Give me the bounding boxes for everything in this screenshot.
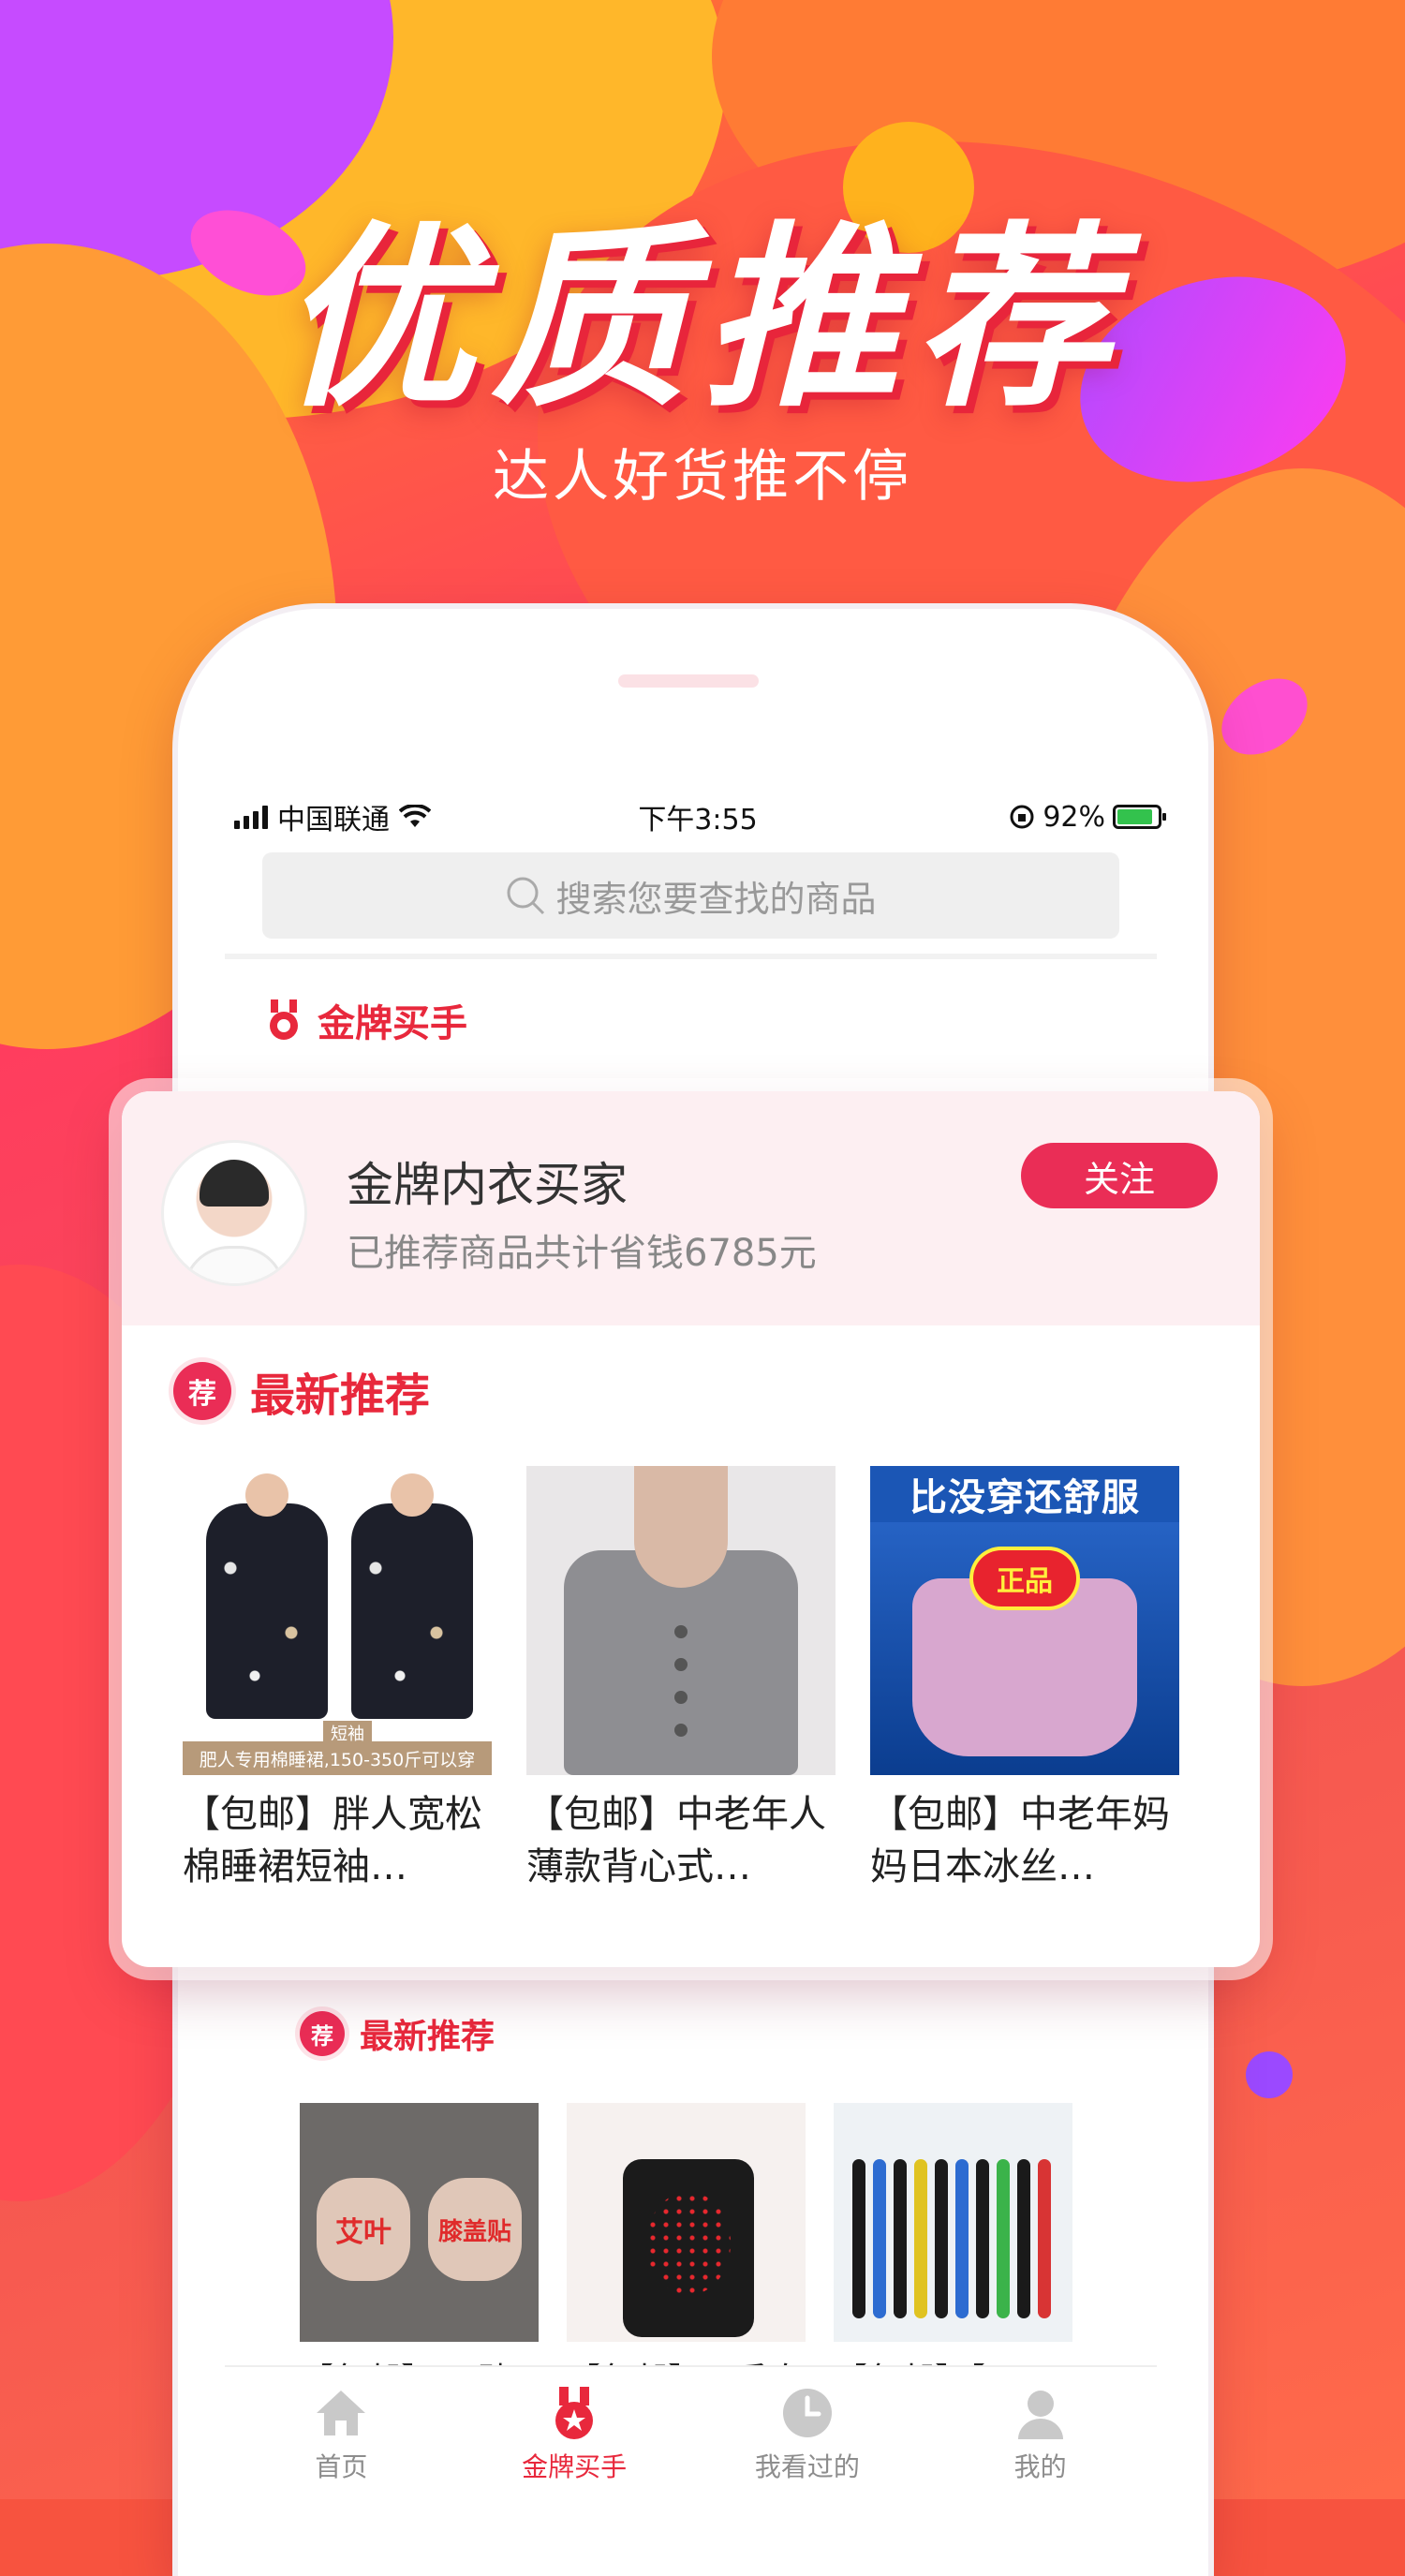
tab-label: 我的 [1013, 2450, 1067, 2482]
follow-button[interactable]: 关注 [1021, 1143, 1218, 1208]
search-icon [507, 877, 545, 915]
buyer-card-header: 金牌内衣买家 已推荐商品共计省钱6785元 关注 [122, 1091, 1260, 1325]
search-placeholder: 搜索您要查找的商品 [555, 878, 877, 920]
tab-profile[interactable]: 我的 [924, 2367, 1157, 2501]
product-image [834, 2103, 1072, 2342]
home-icon [317, 2390, 366, 2435]
product-card[interactable]: 【包邮】四季自 [567, 2103, 806, 2387]
buyer-card: 金牌内衣买家 已推荐商品共计省钱6785元 关注 荐 最新推荐 短袖 肥人专用棉… [122, 1091, 1260, 1967]
product-image: 艾叶 膝盖贴 [300, 2103, 539, 2342]
section-title: 金牌买手 [318, 1002, 467, 1045]
product-list: 短袖 肥人专用棉睡裙,150-350斤可以穿 【包邮】胖人宽松棉睡裙短袖… 【包… [183, 1466, 1213, 1893]
product-card[interactable]: 【包邮】【20 [834, 2103, 1072, 2387]
promo-headline: 优质推荐 [278, 204, 1126, 434]
recommend-header: 荐 最新推荐 [173, 1358, 430, 1424]
background-blob [1246, 2051, 1293, 2098]
image-banner: 比没穿还舒服 [870, 1466, 1179, 1522]
recommend-badge: 荐 [173, 1362, 231, 1420]
avatar[interactable] [164, 1143, 304, 1283]
lower-product-list: 艾叶 膝盖贴 【包邮】24贴 【包邮】四季自 【包邮】【20 [300, 2103, 1072, 2387]
tab-bar: 首页 金牌买手 我看过的 我的 [225, 2365, 1157, 2501]
recommend-title: 最新推荐 [250, 1369, 431, 1422]
image-label: 膝盖贴 [428, 2178, 522, 2281]
product-card[interactable]: 短袖 肥人专用棉睡裙,150-350斤可以穿 【包邮】胖人宽松棉睡裙短袖… [183, 1466, 492, 1893]
tab-home[interactable]: 首页 [225, 2367, 458, 2501]
tab-label: 我看过的 [754, 2450, 860, 2482]
medal-icon [270, 999, 298, 1040]
product-image: 短袖 肥人专用棉睡裙,150-350斤可以穿 [183, 1466, 492, 1775]
product-image [526, 1466, 836, 1775]
medal-icon [555, 2386, 594, 2439]
product-title: 【包邮】中老年妈妈日本冰丝… [870, 1793, 1170, 1888]
product-image: 比没穿还舒服 正品 [870, 1466, 1179, 1775]
image-stamp: 正品 [973, 1550, 1076, 1606]
buyer-name: 金牌内衣买家 [347, 1158, 628, 1212]
user-icon [1017, 2390, 1063, 2439]
battery-icon [1113, 805, 1166, 829]
product-card[interactable]: 比没穿还舒服 正品 【包邮】中老年妈妈日本冰丝… [870, 1466, 1179, 1893]
product-title: 【包邮】中老年人薄款背心式… [526, 1793, 826, 1888]
tab-gold-buyer[interactable]: 金牌买手 [458, 2367, 691, 2501]
divider [225, 954, 1157, 959]
recommend-badge: 荐 [300, 2011, 345, 2056]
lower-recommend-title: 最新推荐 [360, 2018, 495, 2056]
tab-label: 金牌买手 [522, 2450, 628, 2482]
product-card[interactable]: 【包邮】中老年人薄款背心式… [526, 1466, 836, 1893]
tab-label: 首页 [315, 2450, 368, 2482]
product-title: 【包邮】胖人宽松棉睡裙短袖… [183, 1793, 482, 1888]
image-label: 艾叶 [317, 2178, 410, 2281]
battery-percent: 92% [1043, 800, 1105, 834]
tab-history[interactable]: 我看过的 [691, 2367, 924, 2501]
promo-subline: 达人好货推不停 [493, 444, 912, 510]
rotation-lock-icon [1010, 805, 1034, 829]
lower-recommend-header: 荐 最新推荐 [300, 2009, 495, 2058]
search-bar[interactable]: 搜索您要查找的商品 [262, 852, 1119, 939]
phone-speaker [618, 674, 759, 688]
buyer-savings: 已推荐商品共计省钱6785元 [347, 1232, 817, 1275]
product-card[interactable]: 艾叶 膝盖贴 【包邮】24贴 [300, 2103, 539, 2387]
image-caption: 肥人专用棉睡裙,150-350斤可以穿 [183, 1741, 492, 1775]
clock-icon [782, 2388, 832, 2437]
status-bar: 中国联通 下午3:55 92% [234, 796, 1166, 837]
section-header: 金牌买手 [267, 993, 467, 1047]
product-image [567, 2103, 806, 2342]
